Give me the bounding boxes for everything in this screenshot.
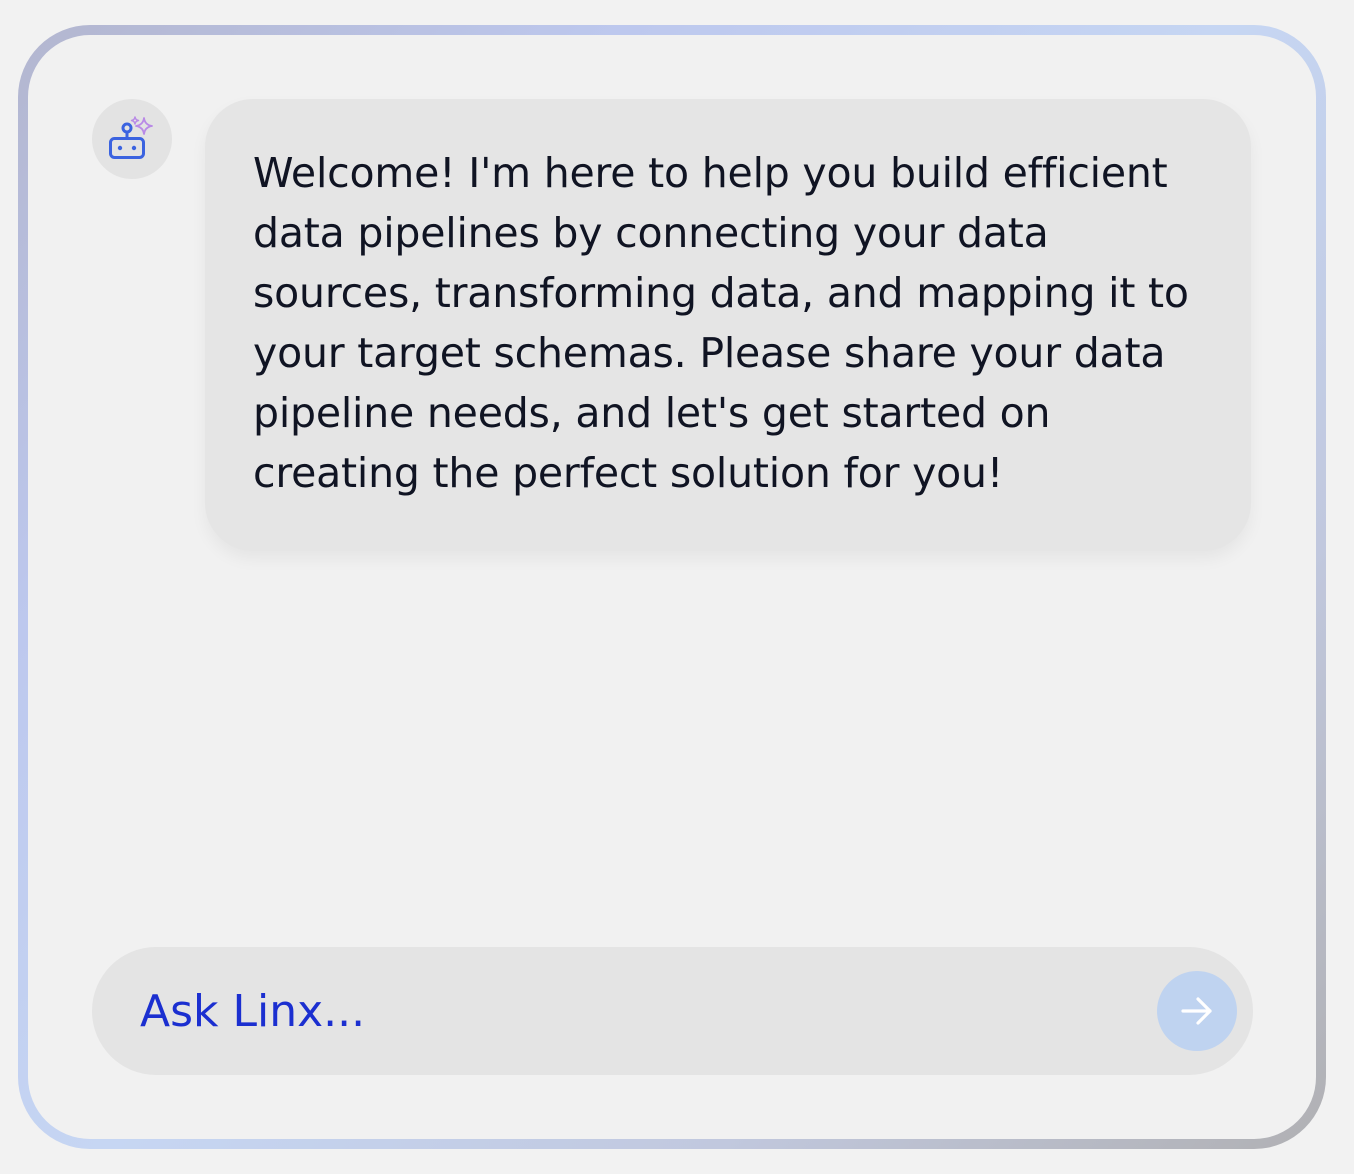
assistant-avatar (92, 99, 172, 179)
message-composer (92, 947, 1253, 1075)
ask-input[interactable] (140, 947, 1140, 1075)
assistant-message-text: Welcome! I'm here to help you build effi… (253, 149, 1189, 497)
chat-panel: Welcome! I'm here to help you build effi… (28, 35, 1316, 1139)
arrow-right-icon (1181, 997, 1212, 1025)
assistant-message-bubble: Welcome! I'm here to help you build effi… (205, 99, 1251, 551)
chat-window-frame: Welcome! I'm here to help you build effi… (18, 25, 1326, 1149)
send-button[interactable] (1157, 971, 1237, 1051)
robot-sparkle-icon (109, 116, 153, 159)
